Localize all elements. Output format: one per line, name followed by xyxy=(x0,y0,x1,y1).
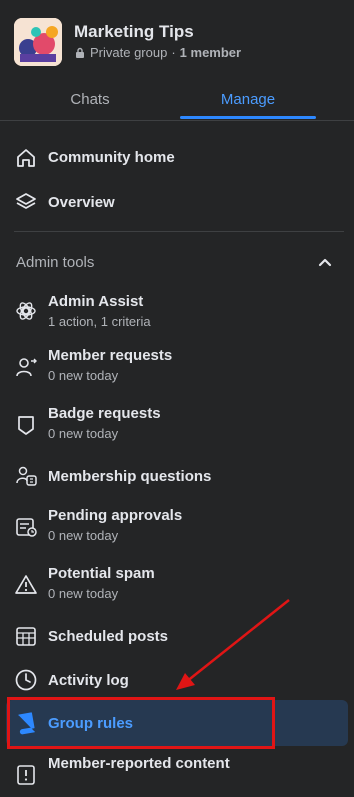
admin-item-label: Badge requests xyxy=(48,405,161,422)
admin-item-label: Potential spam xyxy=(48,565,155,582)
admin-item-label: Membership questions xyxy=(48,468,212,485)
calendar-icon xyxy=(16,627,36,646)
meta-separator: · xyxy=(171,45,176,60)
scrollbar[interactable] xyxy=(348,122,352,792)
group-meta: Private group · 1 member xyxy=(74,45,241,60)
person-arrow-icon xyxy=(16,358,37,377)
admin-item-label: Member-reported content xyxy=(48,755,230,772)
nav-label: Overview xyxy=(48,194,115,211)
admin-item-label: Member requests xyxy=(48,347,173,364)
admin-item-member-reported-content[interactable]: Member-reported content xyxy=(0,755,354,795)
group-avatar[interactable] xyxy=(14,18,62,66)
admin-item-pending-approvals[interactable]: Pending approvals 0 new today xyxy=(0,507,354,547)
admin-tools-heading: Admin tools xyxy=(16,254,95,271)
report-icon xyxy=(17,765,35,785)
admin-item-label: Scheduled posts xyxy=(48,628,169,645)
questions-icon xyxy=(16,466,37,486)
admin-item-label: Pending approvals xyxy=(48,507,183,524)
shield-badge-icon xyxy=(18,416,34,435)
group-name[interactable]: Marketing Tips xyxy=(74,22,194,42)
admin-item-member-requests[interactable]: Member requests 0 new today xyxy=(0,347,354,387)
warning-triangle-icon xyxy=(15,575,37,594)
member-count[interactable]: 1 member xyxy=(180,45,241,60)
admin-item-membership-questions[interactable]: Membership questions xyxy=(0,464,354,488)
active-tab-indicator xyxy=(180,116,316,119)
admin-item-sub: 0 new today xyxy=(48,426,119,441)
nav-community-home[interactable]: Community home xyxy=(0,146,354,170)
nav-overview[interactable]: Overview xyxy=(0,190,354,214)
nav-label: Community home xyxy=(48,149,175,166)
admin-item-sub: 0 new today xyxy=(48,528,119,543)
admin-item-label: Activity log xyxy=(48,672,129,689)
pending-approvals-icon xyxy=(16,518,37,537)
annotation-highlight-box xyxy=(7,697,275,749)
admin-item-sub: 0 new today xyxy=(48,368,119,383)
admin-item-scheduled-posts[interactable]: Scheduled posts xyxy=(0,624,354,648)
admin-assist-icon xyxy=(16,302,36,320)
chevron-up-icon[interactable] xyxy=(316,254,334,272)
admin-item-activity-log[interactable]: Activity log xyxy=(0,668,354,692)
section-divider xyxy=(14,231,344,232)
admin-item-badge-requests[interactable]: Badge requests 0 new today xyxy=(0,405,354,445)
tab-chats[interactable]: Chats xyxy=(0,78,180,120)
clock-icon xyxy=(15,669,37,691)
group-header: Marketing Tips Private group · 1 member xyxy=(0,0,354,78)
tab-manage[interactable]: Manage xyxy=(180,78,316,120)
admin-item-admin-assist[interactable]: Admin Assist 1 action, 1 criteria xyxy=(0,293,354,333)
lock-icon xyxy=(76,47,84,58)
admin-item-potential-spam[interactable]: Potential spam 0 new today xyxy=(0,565,354,605)
privacy-label: Private group xyxy=(90,45,168,60)
home-icon xyxy=(17,149,35,167)
admin-item-label: Admin Assist xyxy=(48,293,144,310)
layers-icon xyxy=(16,193,36,209)
admin-item-sub: 1 action, 1 criteria xyxy=(48,314,151,329)
admin-item-sub: 0 new today xyxy=(48,586,119,601)
tab-bar: Chats Manage xyxy=(0,78,354,121)
